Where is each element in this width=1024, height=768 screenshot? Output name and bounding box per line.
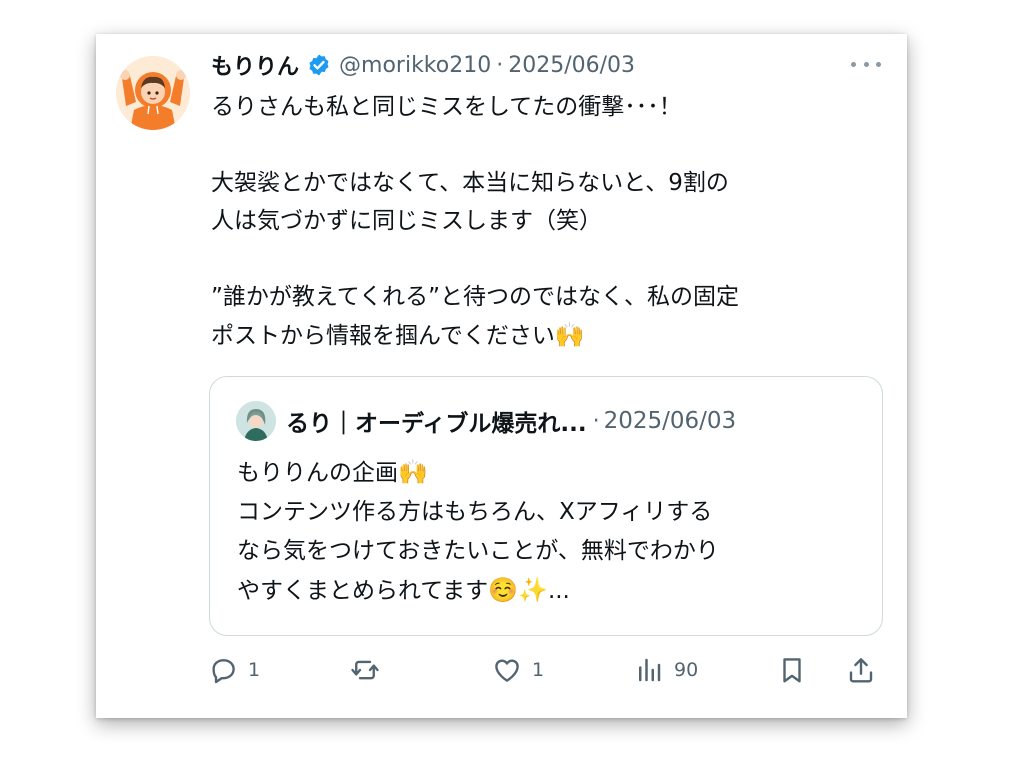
avatar-illustration (116, 56, 190, 130)
quoted-text-rest: コンテンツ作る方はもちろん、Xアフィリする なら気をつけておきたいことが、無料で… (237, 499, 719, 604)
bookmark-icon (783, 658, 801, 683)
quoted-raising-hands-emoji: 🙌 (398, 458, 428, 486)
quoted-smile-sparkles-emoji: ☺️✨ (488, 576, 548, 604)
quoted-line1: もりりんの企画 (237, 460, 398, 486)
post-date[interactable]: 2025/06/03 (508, 53, 635, 78)
share-button[interactable] (846, 650, 876, 690)
author-handle[interactable]: @morikko210 (339, 53, 491, 78)
author-name[interactable]: もりりん (211, 49, 299, 81)
raising-hands-emoji: 🙌 (554, 321, 585, 349)
verified-badge-icon (307, 53, 331, 77)
like-button[interactable]: 1 (492, 650, 544, 690)
quoted-author-avatar[interactable] (236, 401, 276, 441)
bookmark-button[interactable] (777, 650, 807, 690)
views-count: 90 (674, 659, 699, 681)
quoted-header-separator: · (592, 408, 600, 434)
quoted-post-date[interactable]: 2025/06/03 (604, 408, 737, 434)
post-body: るりさんも私と同じミスをしてたの衝撃･･･！ 大袈裟とかではなくて、本当に知らな… (211, 88, 891, 355)
action-bar: 1 1 90 (208, 650, 888, 690)
repost-icon (351, 660, 379, 680)
repost-button[interactable] (350, 650, 380, 690)
more-icon[interactable] (851, 56, 881, 72)
post-card[interactable]: もりりん @morikko210 · 2025/06/03 るりさんも私と同じミ… (96, 34, 907, 718)
views-button[interactable]: 90 (634, 650, 698, 690)
quoted-avatar-illustration (236, 401, 276, 441)
reply-button[interactable]: 1 (208, 650, 260, 690)
reply-count: 1 (248, 659, 261, 681)
share-icon (849, 658, 873, 683)
quoted-ellipsis: ... (547, 578, 570, 604)
quoted-post[interactable]: るり｜オーディブル爆売れ... · 2025/06/03 もりりんの企画🙌 コン… (209, 376, 883, 636)
post-header: もりりん @morikko210 · 2025/06/03 (211, 48, 635, 82)
like-icon (495, 659, 519, 682)
quoted-post-body: もりりんの企画🙌 コンテンツ作る方はもちろん、Xアフィリする なら気をつけておき… (237, 453, 857, 611)
quoted-author-name[interactable]: るり｜オーディブル爆売れ... (286, 404, 587, 438)
post-body-text: るりさんも私と同じミスをしてたの衝撃･･･！ 大袈裟とかではなくて、本当に知らな… (211, 94, 739, 349)
views-icon (639, 658, 661, 682)
quoted-post-header: るり｜オーディブル爆売れ... · 2025/06/03 (286, 403, 736, 439)
reply-icon (212, 659, 235, 684)
header-separator: · (496, 52, 504, 78)
like-count: 1 (532, 659, 545, 681)
author-avatar[interactable] (116, 56, 190, 130)
